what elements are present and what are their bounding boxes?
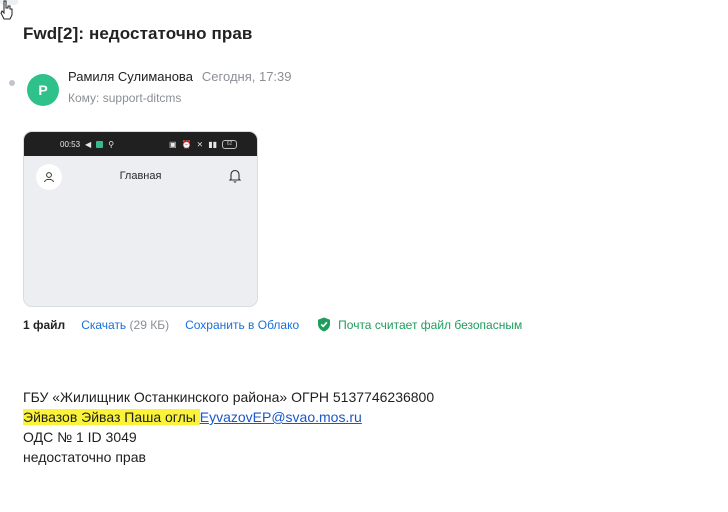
to-label: Кому: — [68, 91, 100, 105]
phone-app-screen: Главная — [24, 156, 257, 306]
phone-statusbar: 00:53 ◀ ⚲ ▣ ⏰ ⨯ ▮▮ 62 — [24, 132, 257, 156]
highlighted-name: Эйвазов Эйваз Паша оглы — [23, 409, 196, 425]
attachment-preview[interactable]: 00:53 ◀ ⚲ ▣ ⏰ ⨯ ▮▮ 62 Главная — [23, 131, 258, 307]
mute-icon: ⨯ — [196, 139, 204, 149]
message-subject: Fwd[2]: недостаточно прав — [23, 24, 253, 43]
app-notify-icon — [96, 140, 104, 148]
battery-icon: 62 — [222, 139, 237, 149]
message-date: Сегодня, 17:39 — [201, 69, 292, 84]
safe-label: Почта считает файл безопасным — [338, 317, 523, 332]
alarm-icon: ⏰ — [181, 139, 192, 149]
email-link[interactable]: EyvazovEP@svao.mos.ru — [200, 409, 362, 425]
body-line-contact: Эйвазов Эйваз Паша оглы EyvazovEP@svao.m… — [23, 407, 434, 427]
status-time: 00:53 — [60, 139, 81, 149]
signal-icon: ▮▮ — [208, 139, 217, 149]
nfc-icon: ▣ — [168, 139, 177, 149]
sender-avatar[interactable]: Р — [27, 74, 59, 106]
recipient-line: Кому: support-ditcms — [68, 91, 181, 105]
download-label[interactable]: Скачать — [81, 318, 126, 332]
sender-name[interactable]: Рамиля Сулиманова — [68, 69, 193, 84]
body-line-text: недостаточно прав — [23, 449, 146, 465]
attachments-bar: 1 файл Скачать (29 КБ) Сохранить в Облак… — [23, 317, 522, 332]
message-body: ГБУ «Жилищник Останкинского района» ОГРН… — [23, 387, 434, 467]
file-count: 1 файл — [23, 317, 66, 332]
app-title: Главная — [119, 170, 162, 182]
body-line-ods: ОДС № 1 ID 3049 — [23, 429, 137, 445]
to-value[interactable]: support-ditcms — [103, 91, 182, 105]
hand-cursor-icon — [0, 0, 13, 20]
safe-status: Почта считает файл безопасным — [317, 317, 522, 332]
body-line-org: ГБУ «Жилищник Останкинского района» ОГРН… — [23, 389, 435, 405]
shield-check-icon — [318, 317, 331, 332]
download-size: (29 КБ) — [129, 317, 170, 332]
bell-icon — [228, 169, 242, 183]
unread-dot-icon[interactable] — [9, 80, 15, 86]
search-icon: ⚲ — [108, 139, 115, 149]
download-button[interactable]: Скачать (29 КБ) — [81, 318, 169, 332]
sender-line: Рамиля Сулиманова Сегодня, 17:39 — [68, 69, 292, 84]
send-icon: ◀ — [85, 139, 92, 149]
save-to-cloud-button[interactable]: Сохранить в Облако — [185, 318, 299, 332]
